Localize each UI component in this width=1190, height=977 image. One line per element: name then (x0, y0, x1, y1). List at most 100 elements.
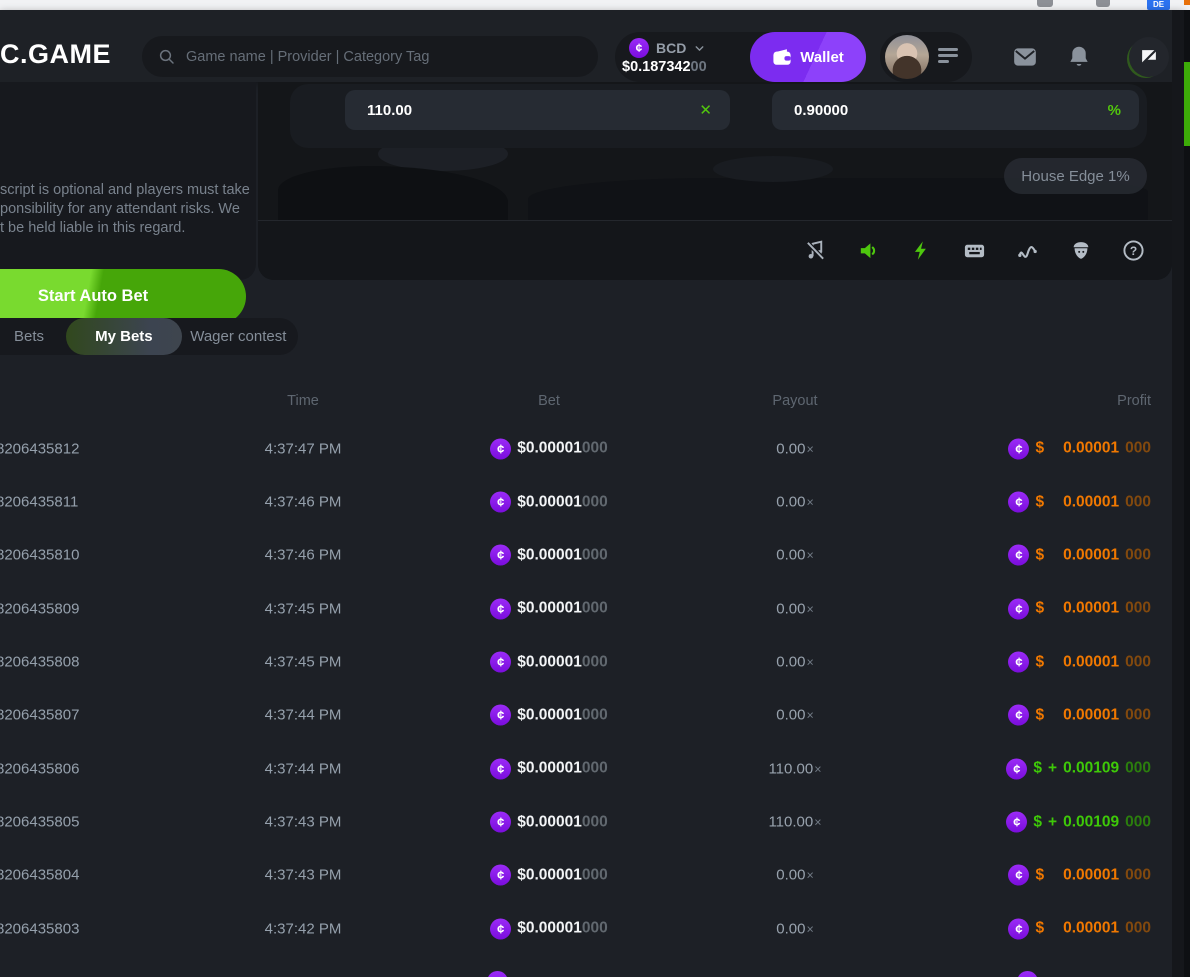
table-row[interactable]: 8206435807 4:37:44 PM ¢ $0.00001000 0.00… (0, 689, 1172, 742)
table-header: Time Bet Payout Profit (0, 380, 1172, 422)
bcd-coin-icon: ¢ (490, 438, 511, 459)
bcd-coin-icon: ¢ (490, 545, 511, 566)
bcd-coin-icon: ¢ (629, 38, 649, 58)
table-row[interactable]: 8206435809 4:37:45 PM ¢ $0.00001000 0.00… (0, 582, 1172, 635)
bcd-coin-icon: ¢ (490, 918, 511, 939)
avatar[interactable] (885, 35, 929, 79)
wallet-button[interactable]: Wallet (750, 32, 866, 82)
bet-id: 8206435806 (0, 760, 176, 777)
site-logo[interactable]: C.GAME (0, 39, 111, 70)
bcd-coin-icon: ¢ (490, 758, 511, 779)
bet-amount: ¢ $0.00001000 (442, 705, 656, 726)
currency-selector[interactable]: ¢ BCD (629, 38, 706, 58)
game-panel: 110.00 ✕ 0.90000 % House Edge 1% (258, 82, 1172, 280)
bcd-coin-icon: ¢ (1008, 492, 1029, 513)
table-row[interactable]: 8206435805 4:37:43 PM ¢ $0.00001000 110.… (0, 795, 1172, 848)
bcd-coin-icon: ¢ (1008, 652, 1029, 673)
help-icon[interactable]: ? (1122, 239, 1145, 262)
bet-id: 8206435808 (0, 654, 176, 671)
bet-id: 8206435809 (0, 600, 176, 617)
table-row[interactable]: 8206435808 4:37:45 PM ¢ $0.00001000 0.00… (0, 635, 1172, 688)
bcd-coin-icon: ¢ (1008, 598, 1029, 619)
wallet-label: Wallet (800, 49, 844, 66)
bet-id: 8206435811 (0, 494, 176, 511)
bet-payout: 110.00× (688, 814, 902, 831)
bcd-coin-icon: ¢ (1008, 705, 1029, 726)
bet-profit: ¢ $0.00001000 (1008, 545, 1151, 566)
notification-bell-icon[interactable] (1066, 44, 1092, 70)
table-row[interactable]: 8206435812 4:37:47 PM ¢ $0.00001000 0.00… (0, 422, 1172, 475)
search-input[interactable]: Game name | Provider | Category Tag (142, 36, 598, 77)
my-bets-table: Time Bet Payout Profit 8206435812 4:37:4… (0, 380, 1172, 955)
table-row[interactable]: 8206435803 4:37:42 PM ¢ $0.00001000 0.00… (0, 902, 1172, 955)
bcd-coin-icon: ¢ (1008, 545, 1029, 566)
col-header-profit: Profit (1117, 393, 1151, 409)
browser-extension-icon (1096, 0, 1110, 7)
mail-icon[interactable] (1012, 44, 1038, 70)
browser-extension-icon (1037, 0, 1053, 7)
bet-time: 4:37:43 PM (196, 814, 410, 831)
chat-off-icon (1138, 46, 1160, 68)
table-row[interactable]: 8206435810 4:37:46 PM ¢ $0.00001000 0.00… (0, 529, 1172, 582)
bet-payout: 0.00× (688, 707, 902, 724)
bet-time: 4:37:45 PM (196, 654, 410, 671)
bcd-coin-icon: ¢ (490, 492, 511, 513)
bet-payout: 0.00× (688, 600, 902, 617)
hotkeys-keyboard-icon[interactable] (963, 239, 986, 262)
bet-time: 4:37:42 PM (196, 920, 410, 937)
browser-toolbar-sliver: DE (0, 0, 1190, 10)
bet-amount: ¢ $0.00001000 (442, 812, 656, 833)
fairness-seed-icon[interactable] (1069, 239, 1092, 262)
win-chance-input[interactable]: 0.90000 % (772, 90, 1139, 130)
col-header-bet: Bet (442, 393, 656, 409)
bet-profit: ¢ $0.00001000 (1008, 652, 1151, 673)
payout-value: 110.00 (367, 102, 412, 119)
bcd-coin-icon: ¢ (490, 598, 511, 619)
bet-time: 4:37:44 PM (196, 760, 410, 777)
de-extension-badge[interactable]: DE (1147, 0, 1170, 10)
sound-on-icon[interactable] (857, 239, 880, 262)
profile-menu-icon[interactable] (938, 48, 958, 66)
bet-payout: 0.00× (688, 547, 902, 564)
bcd-coin-icon: ¢ (490, 812, 511, 833)
bcd-coin-icon: ¢ (1008, 918, 1029, 939)
bet-id: 8206435804 (0, 867, 176, 884)
bet-amount: ¢ $0.00001000 (442, 492, 656, 513)
disclaimer-text: t be held liable in this regard. (0, 220, 185, 236)
scrollbar-green-marker (1184, 62, 1190, 146)
bet-time: 4:37:45 PM (196, 600, 410, 617)
tab-my-bets[interactable]: My Bets (66, 318, 182, 355)
trends-curve-icon[interactable] (1016, 239, 1039, 262)
top-header: C.GAME Game name | Provider | Category T… (0, 10, 1184, 82)
browser-scrollbar[interactable] (1184, 10, 1190, 977)
table-row[interactable]: 8206435811 4:37:46 PM ¢ $0.00001000 0.00… (0, 475, 1172, 528)
start-auto-bet-button[interactable]: Start Auto Bet (0, 269, 246, 324)
table-row[interactable]: 8206435806 4:37:44 PM ¢ $0.00001000 110.… (0, 742, 1172, 795)
bcd-coin-icon: ¢ (490, 705, 511, 726)
currency-code: BCD (656, 40, 686, 56)
bet-amount: ¢ $0.00001000 (442, 438, 656, 459)
chevron-down-icon (693, 42, 706, 55)
bet-payout: 0.00× (688, 654, 902, 671)
turbo-bolt-icon[interactable] (910, 239, 933, 262)
payout-input[interactable]: 110.00 ✕ (345, 90, 730, 130)
tab-all-bets[interactable]: Bets (0, 318, 66, 355)
scene-decoration (713, 156, 833, 182)
page: DE C.GAME Game name | Provider | Categor… (0, 0, 1190, 977)
tab-wager-contest[interactable]: Wager contest (179, 318, 298, 355)
chat-toggle-button[interactable] (1129, 37, 1169, 77)
bet-amount: ¢ $0.00001000 (442, 545, 656, 566)
search-placeholder: Game name | Provider | Category Tag (186, 49, 429, 65)
win-chance-value: 0.90000 (794, 102, 848, 119)
disclaimer-text: ponsibility for any attendant risks. We (0, 201, 240, 217)
table-body: 8206435812 4:37:47 PM ¢ $0.00001000 0.00… (0, 422, 1172, 955)
bet-payout: 110.00× (688, 760, 902, 777)
bet-id: 8206435810 (0, 547, 176, 564)
multiplier-x-icon[interactable]: ✕ (699, 101, 712, 119)
table-row[interactable]: 8206435804 4:37:43 PM ¢ $0.00001000 0.00… (0, 849, 1172, 902)
bet-profit: ¢ $0.00001000 (1008, 438, 1151, 459)
bet-profit: ¢ $0.00001000 (1008, 492, 1151, 513)
browser-icon-sliver (1184, 0, 1190, 5)
page-gutter (1172, 10, 1184, 977)
music-off-icon[interactable] (804, 239, 827, 262)
